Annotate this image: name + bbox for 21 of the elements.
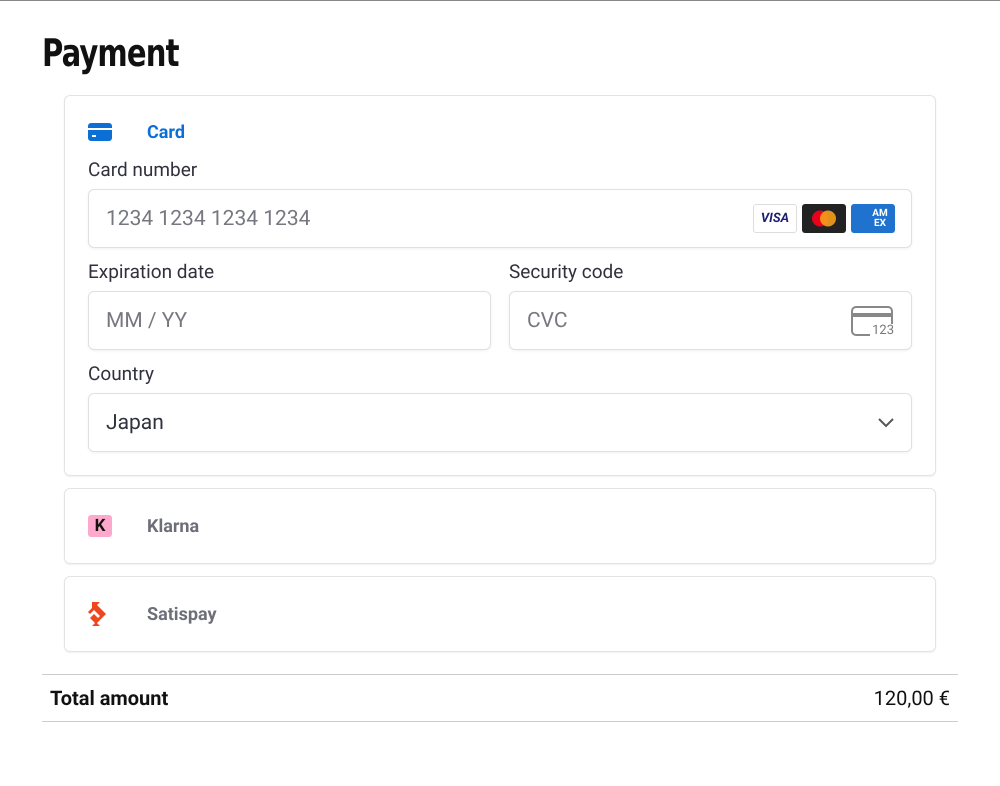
field-label: Card number [88, 158, 198, 181]
klarna-logo: K [88, 515, 112, 537]
payment-method-panel[interactable]: K Klarna [64, 488, 936, 564]
payment-method-label: Satispay [147, 604, 217, 624]
amex-logo: AM EX [851, 204, 895, 233]
field-label: Security code [509, 260, 624, 283]
expiration-date-field[interactable]: MM / YY [88, 291, 491, 350]
field-label: Country [88, 362, 155, 385]
chevron-down-icon [878, 418, 894, 428]
payment-method-panel[interactable]: Satispay [64, 576, 936, 652]
payment-method-label: Card [147, 122, 185, 142]
total-label: Total amount [50, 686, 168, 710]
page-title: Payment [42, 31, 179, 75]
mastercard-logo-icon [802, 204, 846, 233]
field-label: Expiration date [88, 260, 216, 283]
visa-logo: VISA [753, 204, 797, 233]
payment-method-label: Klarna [147, 516, 200, 536]
total-amount: 120,00 € [874, 686, 950, 710]
payment-method-panel[interactable]: Card Card number 1234 1234 1234 1234 VISA AM EX Expiration date MM / YY Security code CVC 123 Country Japan [64, 95, 936, 476]
credit-card-icon [88, 123, 112, 141]
country-select[interactable]: Japan [88, 393, 912, 452]
